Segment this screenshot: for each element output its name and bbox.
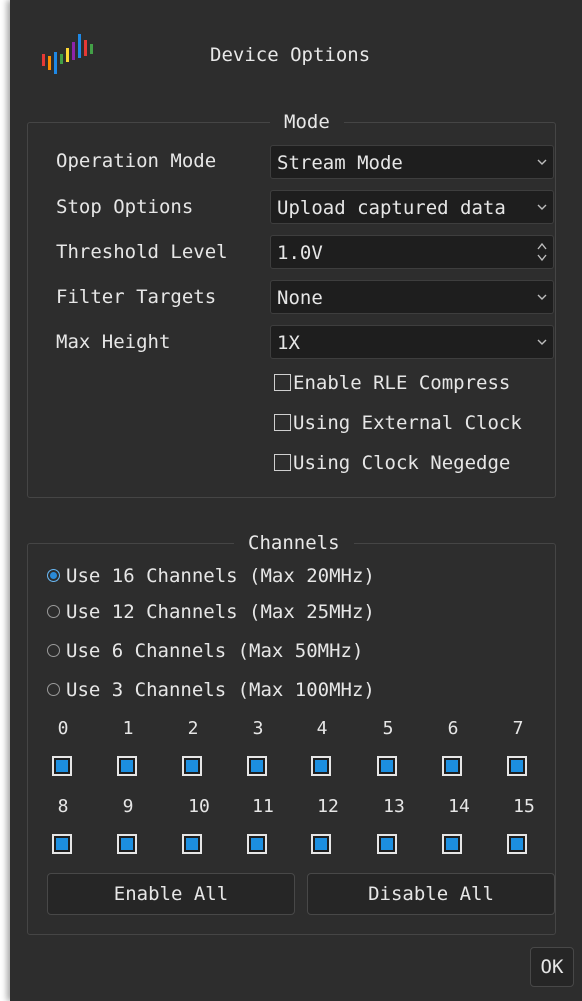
channel-checkbox[interactable] xyxy=(117,834,137,854)
threshold-level-spinbox[interactable]: 1.0V xyxy=(270,235,554,269)
channel-number: 10 xyxy=(188,796,210,817)
radio-12-channels[interactable]: Use 12 Channels (Max 25MHz) xyxy=(47,601,375,623)
threshold-level-label: Threshold Level xyxy=(56,241,228,263)
channel-number: 1 xyxy=(122,718,134,739)
filter-targets-label: Filter Targets xyxy=(56,286,217,308)
checkbox-label: Using External Clock xyxy=(293,412,522,434)
checkbox-box[interactable] xyxy=(274,414,291,431)
threshold-level-value: 1.0V xyxy=(277,242,323,264)
radio-label: Use 6 Channels (Max 50MHz) xyxy=(66,640,364,662)
radio-label: Use 16 Channels (Max 20MHz) xyxy=(66,565,375,587)
channel-number: 8 xyxy=(57,796,69,817)
channel-checkbox[interactable] xyxy=(377,756,397,776)
channel-checkbox[interactable] xyxy=(377,834,397,854)
max-height-value: 1X xyxy=(277,332,300,354)
stop-options-value: Upload captured data xyxy=(277,197,506,219)
max-height-dropdown[interactable]: 1X xyxy=(270,325,554,359)
channel-number: 7 xyxy=(512,718,524,739)
chevron-down-icon xyxy=(537,339,547,345)
mode-group-title: Mode xyxy=(270,109,344,135)
enable-rle-compress-checkbox[interactable]: Enable RLE Compress xyxy=(274,372,510,394)
channel-checkbox[interactable] xyxy=(52,756,72,776)
channel-number: 14 xyxy=(448,796,470,817)
channel-checkbox[interactable] xyxy=(507,756,527,776)
spin-arrows-icon[interactable] xyxy=(535,239,549,265)
channel-checkbox[interactable] xyxy=(442,756,462,776)
radio-label: Use 12 Channels (Max 25MHz) xyxy=(66,601,375,623)
stop-options-dropdown[interactable]: Upload captured data xyxy=(270,190,554,224)
channel-checkbox[interactable] xyxy=(247,834,267,854)
max-height-label: Max Height xyxy=(56,331,171,353)
channel-number: 6 xyxy=(447,718,459,739)
filter-targets-dropdown[interactable]: None xyxy=(270,280,554,314)
chevron-down-icon xyxy=(537,159,547,165)
radio-3-channels[interactable]: Use 3 Channels (Max 100MHz) xyxy=(47,679,375,701)
radio-dot[interactable] xyxy=(47,605,60,618)
channel-number: 5 xyxy=(382,718,394,739)
channel-checkbox[interactable] xyxy=(507,834,527,854)
radio-dot[interactable] xyxy=(47,569,60,582)
checkbox-label: Enable RLE Compress xyxy=(293,372,511,394)
channel-number: 2 xyxy=(187,718,199,739)
channel-checkbox[interactable] xyxy=(117,756,137,776)
operation-mode-value: Stream Mode xyxy=(277,152,403,174)
checkbox-box[interactable] xyxy=(274,374,291,391)
operation-mode-label: Operation Mode xyxy=(56,150,217,172)
chevron-down-icon xyxy=(537,204,547,210)
channel-checkbox[interactable] xyxy=(52,834,72,854)
channel-number: 9 xyxy=(122,796,134,817)
channel-number: 0 xyxy=(57,718,69,739)
radio-dot[interactable] xyxy=(47,644,60,657)
using-clock-negedge-checkbox[interactable]: Using Clock Negedge xyxy=(274,452,510,474)
using-external-clock-checkbox[interactable]: Using External Clock xyxy=(274,412,522,434)
enable-all-button[interactable]: Enable All xyxy=(47,873,295,915)
operation-mode-dropdown[interactable]: Stream Mode xyxy=(270,145,554,179)
channel-number: 12 xyxy=(317,796,339,817)
device-options-dialog: Device Options Mode Operation Mode Strea… xyxy=(10,0,582,1001)
radio-16-channels[interactable]: Use 16 Channels (Max 20MHz) xyxy=(47,565,375,587)
channel-checkbox[interactable] xyxy=(442,834,462,854)
ok-button[interactable]: OK xyxy=(530,947,574,987)
channel-checkbox[interactable] xyxy=(182,756,202,776)
channel-number: 13 xyxy=(383,796,405,817)
channels-group-title: Channels xyxy=(234,530,354,556)
radio-dot[interactable] xyxy=(47,683,60,696)
checkbox-box[interactable] xyxy=(274,454,291,471)
checkbox-label: Using Clock Negedge xyxy=(293,452,511,474)
radio-6-channels[interactable]: Use 6 Channels (Max 50MHz) xyxy=(47,640,363,662)
channel-checkbox[interactable] xyxy=(311,834,331,854)
filter-targets-value: None xyxy=(277,287,323,309)
channel-number: 3 xyxy=(252,718,264,739)
channel-checkbox[interactable] xyxy=(182,834,202,854)
channel-checkbox[interactable] xyxy=(311,756,331,776)
channel-number: 4 xyxy=(316,718,328,739)
channel-number: 15 xyxy=(513,796,535,817)
dialog-title: Device Options xyxy=(210,44,371,66)
app-logo-icon xyxy=(42,34,93,74)
disable-all-button[interactable]: Disable All xyxy=(307,873,555,915)
chevron-down-icon xyxy=(537,294,547,300)
stop-options-label: Stop Options xyxy=(56,196,194,218)
channel-checkbox[interactable] xyxy=(247,756,267,776)
radio-label: Use 3 Channels (Max 100MHz) xyxy=(66,679,375,701)
channel-number: 11 xyxy=(252,796,274,817)
